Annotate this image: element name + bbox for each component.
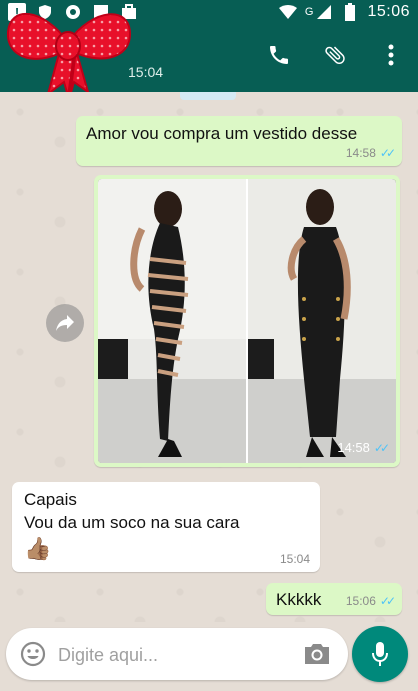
- message-outgoing[interactable]: Kkkkk 15:06 ✓✓: [266, 583, 402, 615]
- message-time: 14:58: [345, 146, 376, 160]
- dress-photo[interactable]: 14:58 ✓✓: [98, 179, 396, 463]
- date-chip: [180, 92, 236, 100]
- attach-icon[interactable]: [322, 42, 348, 68]
- read-ticks-icon: ✓✓: [379, 146, 396, 160]
- message-time: 14:58: [337, 440, 370, 455]
- message-meta: 14:58 ✓✓: [337, 440, 390, 455]
- message-image[interactable]: 14:58 ✓✓: [94, 175, 400, 467]
- message-text: Kkkkk: [276, 590, 322, 609]
- network-type: G: [304, 6, 314, 18]
- message-composer: [6, 628, 348, 680]
- chat-area[interactable]: Amor vou compra um vestido desse 14:58 ✓…: [0, 92, 418, 622]
- message-meta: 14:58 ✓✓: [345, 146, 396, 160]
- status-time: 15:06: [367, 3, 410, 20]
- emoji-icon[interactable]: [20, 641, 46, 667]
- message-meta: 15:04: [280, 552, 310, 566]
- mic-icon: [372, 642, 388, 666]
- message-meta: 15:06 ✓✓: [345, 594, 396, 608]
- signal-icon: [315, 3, 333, 21]
- mic-button[interactable]: [352, 626, 408, 682]
- battery-icon: [341, 3, 359, 21]
- message-input[interactable]: [58, 642, 278, 668]
- phone-icon[interactable]: [266, 42, 292, 68]
- message-time: 15:04: [279, 552, 310, 566]
- camera-icon[interactable]: [302, 641, 332, 667]
- more-icon[interactable]: [378, 42, 404, 68]
- read-ticks-icon: ✓✓: [379, 594, 396, 608]
- message-incoming[interactable]: Capais Vou da um soco na sua cara 👍🏽 15:…: [12, 482, 320, 572]
- wifi-icon: [278, 3, 297, 21]
- read-ticks-icon: ✓✓: [373, 440, 390, 455]
- message-text: Amor vou compra um vestido desse: [86, 124, 358, 143]
- thumbs-up-emoji: 👍🏽: [24, 536, 52, 561]
- message-text-line2: Vou da um soco na sua cara: [24, 513, 240, 532]
- forward-button[interactable]: [46, 304, 84, 342]
- forward-icon: [56, 315, 74, 331]
- message-outgoing[interactable]: Amor vou compra um vestido desse 14:58 ✓…: [76, 116, 402, 166]
- message-time: 15:06: [345, 594, 376, 608]
- message-text-line1: Capais: [24, 490, 77, 509]
- red-bow-sticker: [6, 12, 132, 97]
